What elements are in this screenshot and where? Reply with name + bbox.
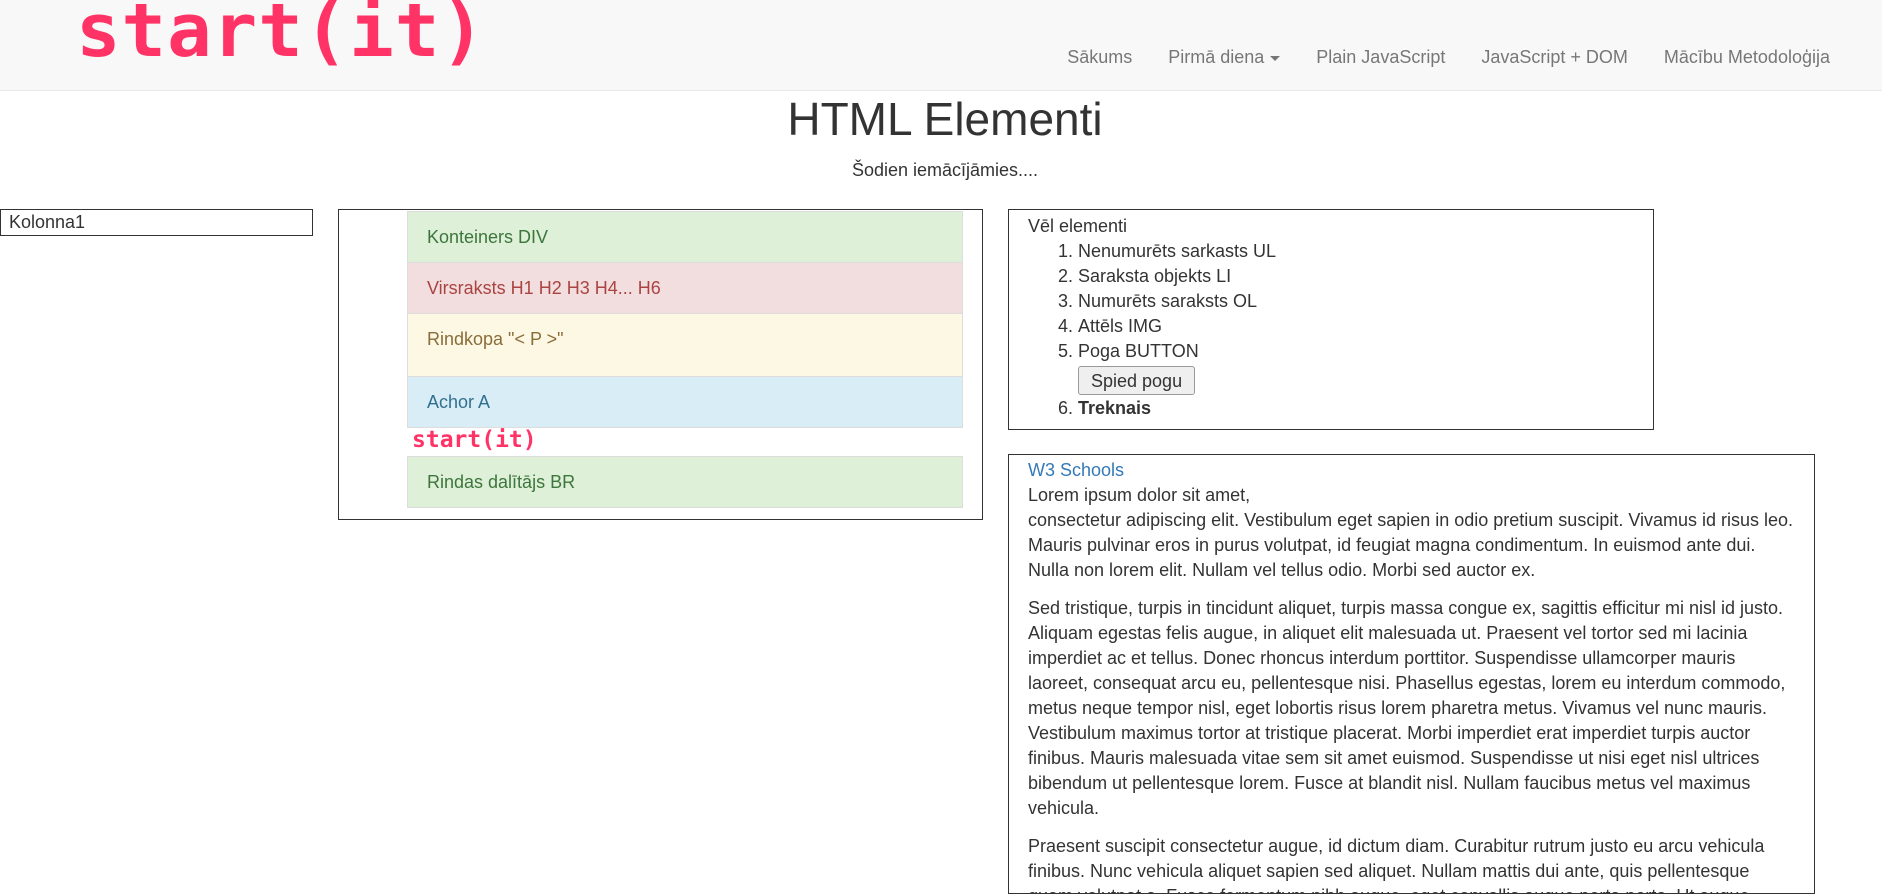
ordered-list: Nenumurēts sarkasts UL Saraksta objekts …: [1028, 239, 1634, 421]
nav-menu: Sākums Pirmā diena Plain JavaScript Java…: [1049, 44, 1882, 72]
treknais-bold-text: Treknais: [1078, 398, 1152, 418]
w3schools-box: W3 Schools Lorem ipsum dolor sit amet, co…: [1008, 454, 1815, 894]
column2-box: Konteiners DIV Virsraksts H1 H2 H3 H4...…: [338, 209, 983, 520]
start-it-mini-logo: start(it): [412, 427, 537, 453]
nav-item-plain-javascript[interactable]: Plain JavaScript: [1298, 44, 1463, 72]
lorem-paragraph-3: Praesent suscipit consectetur augue, id …: [1028, 836, 1765, 893]
list-item-button: Poga BUTTON Spied pogu: [1078, 339, 1634, 395]
brand-logo[interactable]: start(it): [76, 0, 486, 68]
lead-text: Šodien iemācījāmies....: [851, 160, 1039, 180]
lorem-paragraph-2: Sed tristique, turpis in tincidunt aliqu…: [1028, 598, 1786, 818]
list-item-ol: Numurēts saraksts OL: [1078, 289, 1634, 314]
nav-item-macibu-metodologija[interactable]: Mācību Metodoloģija: [1646, 44, 1882, 72]
nav-item-javascript-dom[interactable]: JavaScript + DOM: [1463, 44, 1646, 72]
spied-pogu-button[interactable]: Spied pogu: [1078, 366, 1196, 395]
list-item-ul: Nenumurēts sarkasts UL: [1078, 239, 1634, 264]
nav-item-pirma-diena-label: Pirmā diena: [1168, 47, 1265, 67]
list-item-rindkopa: Rindkopa "< P >": [407, 313, 963, 377]
lorem-paragraph-1: Lorem ipsum dolor sit amet, consectetur a…: [1028, 483, 1795, 583]
navbar: start(it) Sākums Pirmā diena Plain JavaS…: [0, 0, 1882, 91]
list-item-button-label: Poga BUTTON: [1078, 341, 1199, 361]
more-elements-heading: Vēl elementi: [1028, 216, 1128, 236]
nav-item-sakums[interactable]: Sākums: [1049, 44, 1150, 72]
w3schools-link[interactable]: W3 Schools: [1028, 458, 1795, 483]
page-title: HTML Elementi: [787, 93, 1103, 145]
list-item-konteiners: Konteiners DIV: [407, 211, 963, 263]
lorem-first-line: Lorem ipsum dolor sit amet,: [1028, 485, 1251, 505]
list-item-img: Attēls IMG: [1078, 314, 1634, 339]
caret-down-icon: [1270, 55, 1281, 61]
list-item-rindas-dalitajs: Rindas dalītājs BR: [407, 456, 963, 508]
list-item-treknais: Treknais: [1078, 396, 1634, 421]
lorem-paragraph-1-text: consectetur adipiscing elit. Vestibulum …: [1028, 510, 1794, 580]
list-item-virsraksts: Virsraksts H1 H2 H3 H4... H6: [407, 262, 963, 314]
list-item-li: Saraksta objekts LI: [1078, 264, 1634, 289]
list-item-achor[interactable]: Achor A: [407, 376, 963, 428]
more-elements-box: Vēl elementi Nenumurēts sarkasts UL Sara…: [1008, 209, 1654, 430]
column1-box: Kolonna1: [0, 209, 313, 236]
nav-item-pirma-diena[interactable]: Pirmā diena: [1150, 44, 1298, 72]
